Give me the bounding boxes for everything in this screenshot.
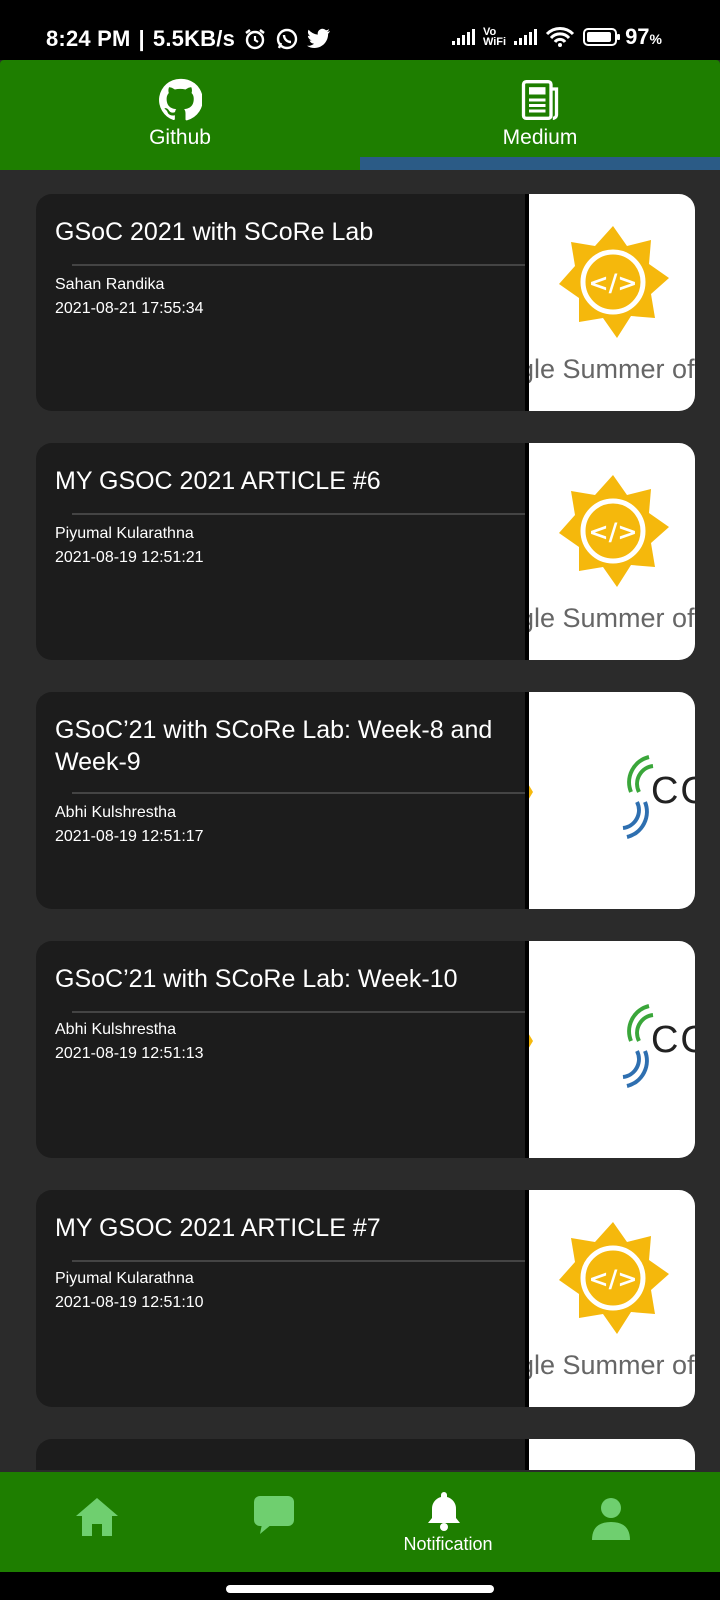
divider xyxy=(72,1260,532,1262)
article-author: Abhi Kulshrestha xyxy=(55,1021,176,1038)
gsoc-logo-partial-icon xyxy=(529,785,533,799)
article-title: MY GSOC 2021 ARTICLE #7 xyxy=(55,1214,381,1242)
article-date: 2021-08-19 12:51:21 xyxy=(55,549,204,566)
article-title: GSoC’21 with SCoRe Lab: Week-8 and Week-… xyxy=(55,716,493,776)
thumbnail-text: CO xyxy=(651,770,695,812)
nav-home[interactable] xyxy=(6,1472,186,1572)
article-card[interactable]: MY GSOC 2021 ARTICLE #6 Piyumal Kularath… xyxy=(36,443,695,660)
article-card[interactable] xyxy=(36,1439,695,1470)
article-icon xyxy=(521,80,559,120)
cell-signal-icon xyxy=(451,29,475,45)
home-gesture-indicator[interactable] xyxy=(226,1585,494,1593)
home-icon xyxy=(76,1498,118,1536)
tab-github-label: Github xyxy=(149,126,211,149)
chat-icon xyxy=(254,1496,294,1534)
article-thumbnail: CO xyxy=(525,692,695,909)
svg-text:</>: </> xyxy=(589,1265,638,1293)
status-right: Vo WiFi 97% xyxy=(451,24,662,50)
network-speed: 5.5KB/s xyxy=(152,26,236,51)
tab-medium-label: Medium xyxy=(502,126,578,149)
gsoc-logo-icon: </> xyxy=(559,1222,669,1334)
svg-text:</>: </> xyxy=(589,518,638,546)
status-separator: | xyxy=(138,26,145,51)
thumbnail-text: CO xyxy=(651,1019,695,1061)
battery-level: 97% xyxy=(625,24,662,49)
article-thumbnail xyxy=(525,1439,695,1470)
article-list[interactable]: GSoC 2021 with SCoRe Lab Sahan Randika 2… xyxy=(0,170,720,1470)
tab-github[interactable]: Github xyxy=(0,60,360,170)
person-icon xyxy=(592,1498,630,1540)
article-thumbnail: </> gle Summer of xyxy=(525,194,695,411)
whatsapp-icon xyxy=(276,28,298,50)
gsoc-logo-icon: </> xyxy=(559,226,669,338)
bell-icon xyxy=(428,1492,460,1531)
article-card[interactable]: GSoC’21 with SCoRe Lab: Week-8 and Week-… xyxy=(36,692,695,909)
article-author: Abhi Kulshrestha xyxy=(55,804,176,821)
top-tab-bar: Github Medium xyxy=(0,60,720,170)
article-title: MY GSOC 2021 ARTICLE #6 xyxy=(55,467,381,495)
article-author: Sahan Randika xyxy=(55,276,165,293)
svg-text:</>: </> xyxy=(589,269,638,297)
article-date: 2021-08-21 17:55:34 xyxy=(55,300,204,317)
alarm-icon xyxy=(245,29,265,50)
gsoc-logo-icon: </> xyxy=(559,475,669,587)
article-date: 2021-08-19 12:51:10 xyxy=(55,1294,204,1311)
article-date: 2021-08-19 12:51:13 xyxy=(55,1045,204,1062)
gsoc-logo-partial-icon xyxy=(529,1034,533,1048)
nav-chat[interactable] xyxy=(186,1472,366,1572)
divider xyxy=(72,1011,532,1013)
article-card[interactable]: GSoC’21 with SCoRe Lab: Week-10 Abhi Kul… xyxy=(36,941,695,1158)
nav-notification-label: Notification xyxy=(403,1534,493,1554)
article-author: Piyumal Kularathna xyxy=(55,1270,194,1287)
thumbnail-text: gle Summer of xyxy=(525,603,695,633)
bottom-nav-bar: Notification xyxy=(0,1472,720,1572)
nav-profile[interactable] xyxy=(540,1472,720,1572)
tab-indicator xyxy=(360,157,720,170)
article-thumbnail: </> gle Summer of xyxy=(525,1190,695,1407)
twitter-icon xyxy=(307,28,331,48)
divider xyxy=(72,513,532,515)
cell-signal-2-icon xyxy=(514,29,538,45)
divider xyxy=(72,792,532,794)
nav-notification[interactable]: Notification xyxy=(358,1472,538,1572)
vowifi-label: Vo WiFi xyxy=(482,26,507,48)
article-card[interactable]: MY GSOC 2021 ARTICLE #7 Piyumal Kularath… xyxy=(36,1190,695,1407)
article-thumbnail: CO xyxy=(525,941,695,1158)
article-thumbnail: </> gle Summer of xyxy=(525,443,695,660)
article-author: Piyumal Kularathna xyxy=(55,525,194,542)
article-card[interactable]: GSoC 2021 with SCoRe Lab Sahan Randika 2… xyxy=(36,194,695,411)
thumbnail-text: gle Summer of xyxy=(525,1350,695,1380)
wifi-icon xyxy=(545,27,575,47)
status-left: 8:24 PM | 5.5KB/s xyxy=(46,26,331,52)
tab-medium[interactable]: Medium xyxy=(360,60,720,170)
article-date: 2021-08-19 12:51:17 xyxy=(55,828,204,845)
divider xyxy=(72,264,532,266)
battery-icon xyxy=(583,28,621,46)
article-title: GSoC 2021 with SCoRe Lab xyxy=(55,218,374,246)
status-bar: 8:24 PM | 5.5KB/s Vo WiFi 97% xyxy=(0,0,720,60)
article-title: GSoC’21 with SCoRe Lab: Week-10 xyxy=(55,965,458,993)
github-icon xyxy=(159,78,202,121)
thumbnail-text: gle Summer of xyxy=(525,354,695,384)
status-time: 8:24 PM xyxy=(46,26,131,51)
